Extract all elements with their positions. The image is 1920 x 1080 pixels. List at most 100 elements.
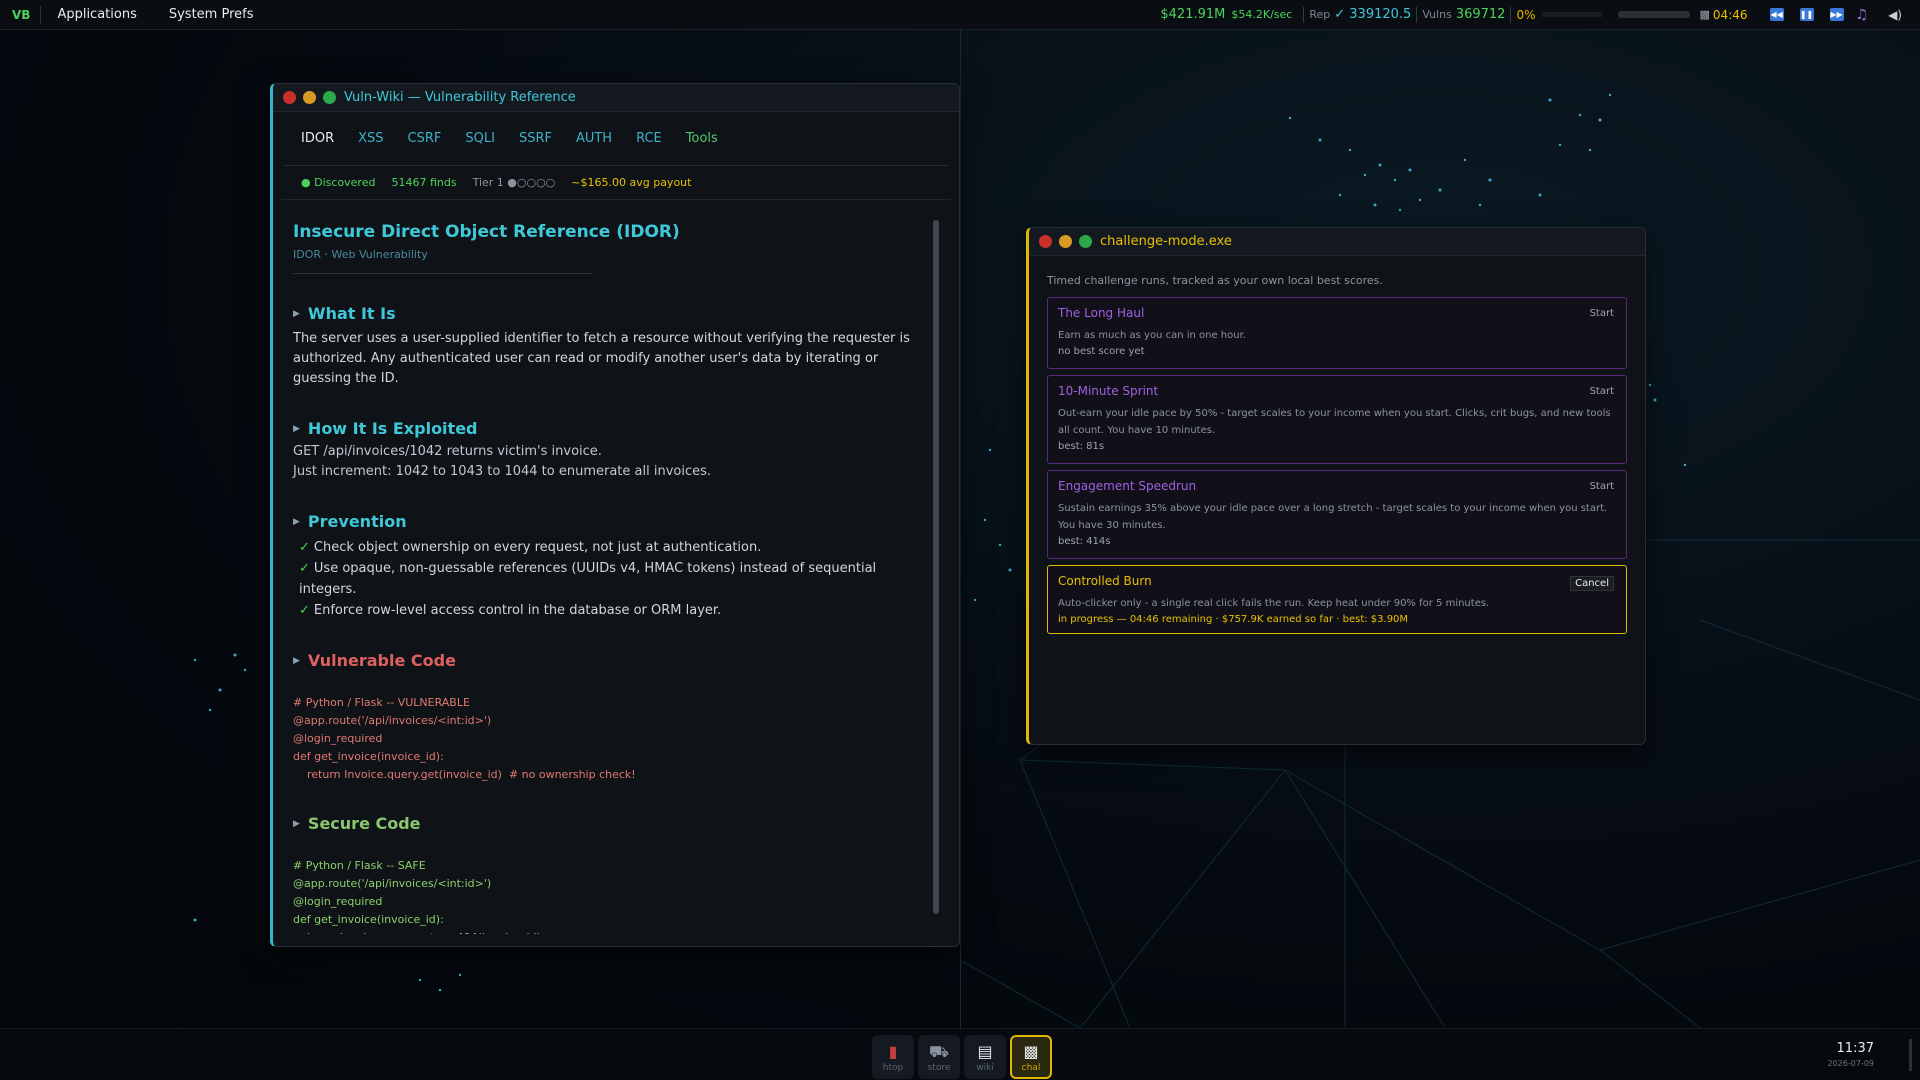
exploit-line: Just increment: 1042 to 1043 to 1044 to … bbox=[293, 464, 711, 479]
next-track-icon[interactable]: ▶▶ bbox=[1829, 8, 1844, 21]
challenge-card: The Long Haul Start Earn as much as you … bbox=[1047, 297, 1627, 369]
close-button[interactable] bbox=[1039, 235, 1052, 248]
challenge-progress-bar bbox=[1617, 11, 1690, 18]
minimize-button[interactable] bbox=[303, 91, 316, 104]
challenge-progress: in progress — 04:46 remaining · $757.9K … bbox=[1058, 614, 1409, 625]
tab-idor[interactable]: IDOR bbox=[301, 131, 334, 146]
tab-rce[interactable]: RCE bbox=[636, 131, 662, 146]
prevention-text: Check object ownership on every request,… bbox=[313, 540, 762, 555]
tab-ssrf[interactable]: SSRF bbox=[519, 131, 552, 146]
prevention-item: ✓ Use opaque, non-guessable references (U… bbox=[299, 558, 911, 600]
tab-auth[interactable]: AUTH bbox=[576, 131, 612, 146]
section-vulnerable-code[interactable]: ▶ Vulnerable Code bbox=[293, 651, 911, 670]
show-desktop-button[interactable] bbox=[1909, 1039, 1912, 1071]
prevention-item: ✓ Enforce row-level access control in the… bbox=[299, 600, 911, 621]
clock-time: 11:37 bbox=[1836, 1041, 1874, 1056]
vulnerable-code-block: # Python / Flask -- VULNERABLE @app.rout… bbox=[293, 696, 636, 781]
tab-xss[interactable]: XSS bbox=[358, 131, 383, 146]
tier-indicator: Tier 1 ●○○○○ bbox=[472, 176, 556, 189]
cart-icon: ⛟ bbox=[928, 1041, 950, 1061]
finds-count: 51467 finds bbox=[391, 176, 457, 189]
vulns-label: Vulns bbox=[1422, 8, 1452, 21]
dock-item-wiki[interactable]: ▤ wiki bbox=[964, 1035, 1006, 1079]
close-button[interactable] bbox=[283, 91, 296, 104]
volume-icon[interactable]: ◀) bbox=[1888, 8, 1902, 22]
page-subtitle: IDOR · Web Vulnerability bbox=[293, 248, 428, 261]
caret-right-icon: ▶ bbox=[293, 655, 300, 666]
tab-sqli[interactable]: SQLI bbox=[465, 131, 495, 146]
app-logo[interactable]: VB bbox=[0, 5, 42, 24]
music-note-icon[interactable]: ♫ bbox=[1856, 7, 1869, 23]
scrollbar-thumb[interactable] bbox=[933, 220, 939, 914]
prevention-text: Use opaque, non-guessable references (UU… bbox=[299, 561, 877, 597]
heat-bar bbox=[1541, 12, 1602, 17]
challenge-card: Engagement Speedrun Start Sustain earnin… bbox=[1047, 470, 1627, 559]
menu-system-prefs[interactable]: System Prefs bbox=[153, 7, 270, 22]
separator bbox=[1416, 6, 1418, 23]
challenge-best: best: 414s bbox=[1058, 536, 1111, 547]
challenge-title: Engagement Speedrun bbox=[1058, 479, 1197, 493]
window-title: challenge-mode.exe bbox=[1100, 234, 1232, 249]
prevention-text: Enforce row-level access control in the … bbox=[313, 603, 722, 618]
challenge-desc: Sustain earnings 35% above your idle pac… bbox=[1058, 503, 1608, 531]
challenge-title: The Long Haul bbox=[1058, 306, 1145, 320]
caret-right-icon: ▶ bbox=[293, 818, 300, 829]
section-text: The server uses a user-supplied identifi… bbox=[293, 331, 910, 386]
avg-payout: ~$165.00 avg payout bbox=[571, 176, 692, 189]
dock-item-chal[interactable]: ▩ chal bbox=[1010, 1035, 1052, 1079]
challenge-best: best: 81s bbox=[1058, 441, 1105, 452]
cancel-button[interactable]: Cancel bbox=[1570, 576, 1614, 591]
section-heading: Vulnerable Code bbox=[307, 651, 456, 670]
section-heading: What It Is bbox=[307, 304, 396, 323]
divider bbox=[293, 273, 593, 274]
window-titlebar[interactable]: Vuln-Wiki — Vulnerability Reference bbox=[273, 84, 959, 112]
clock[interactable]: 11:37 2026-07-09 bbox=[1828, 1041, 1875, 1068]
separator bbox=[1510, 6, 1512, 23]
pause-icon[interactable]: ❚❚ bbox=[1799, 8, 1814, 21]
window-titlebar[interactable]: challenge-mode.exe bbox=[1029, 228, 1645, 256]
checkered-flag-icon: ▩ bbox=[1699, 8, 1710, 21]
caret-right-icon: ▶ bbox=[293, 308, 300, 319]
discovered-badge: ● Discovered bbox=[301, 176, 376, 189]
chart-icon: ▮ bbox=[888, 1041, 898, 1061]
dock-label: chal bbox=[1021, 1062, 1041, 1073]
dock-item-store[interactable]: ⛟ store bbox=[918, 1035, 960, 1079]
dock-label: wiki bbox=[976, 1062, 994, 1073]
challenge-card-active: Controlled Burn Cancel Auto-clicker only… bbox=[1047, 565, 1627, 634]
maximize-button[interactable] bbox=[1079, 235, 1092, 248]
section-what-it-is[interactable]: ▶ What It Is bbox=[293, 304, 911, 323]
section-secure-code[interactable]: ▶ Secure Code bbox=[293, 814, 911, 833]
challenge-best: no best score yet bbox=[1058, 346, 1145, 357]
challenge-intro: Timed challenge runs, tracked as your ow… bbox=[1047, 274, 1383, 287]
challenge-title: 10-Minute Sprint bbox=[1058, 384, 1159, 398]
start-button[interactable]: Start bbox=[1590, 308, 1614, 319]
tab-csrf[interactable]: CSRF bbox=[408, 131, 442, 146]
dock-label: store bbox=[927, 1062, 951, 1073]
dock-item-htop[interactable]: ▮ htop bbox=[872, 1035, 914, 1079]
previous-track-icon[interactable]: ◀◀ bbox=[1769, 8, 1784, 21]
rep-value: ✓ 339120.5 bbox=[1334, 7, 1412, 22]
challenge-card: 10-Minute Sprint Start Out-earn your idl… bbox=[1047, 375, 1627, 464]
start-button[interactable]: Start bbox=[1590, 386, 1614, 397]
checkmark-icon: ✓ bbox=[299, 561, 310, 576]
challenge-desc: Auto-clicker only - a single real click … bbox=[1058, 598, 1490, 609]
maximize-button[interactable] bbox=[323, 91, 336, 104]
rep-label: Rep bbox=[1309, 8, 1331, 21]
caret-right-icon: ▶ bbox=[293, 423, 300, 434]
challenge-desc: Earn as much as you can in one hour. bbox=[1058, 330, 1246, 341]
heat-readout: 0% bbox=[1516, 7, 1536, 22]
menu-applications[interactable]: Applications bbox=[41, 7, 152, 22]
clock-date: 2026-07-09 bbox=[1827, 1059, 1875, 1068]
checkmark-icon: ✓ bbox=[299, 603, 310, 618]
dock: ▮ htop ⛟ store ▤ wiki ▩ chal 11:37 2026-… bbox=[0, 1028, 1920, 1080]
start-button[interactable]: Start bbox=[1590, 481, 1614, 492]
scrollbar[interactable] bbox=[933, 220, 939, 914]
minimize-button[interactable] bbox=[1059, 235, 1072, 248]
section-prevention[interactable]: ▶ Prevention bbox=[293, 512, 911, 531]
section-how-exploited[interactable]: ▶ How It Is Exploited bbox=[293, 419, 911, 438]
caret-right-icon: ▶ bbox=[293, 516, 300, 527]
challenge-title: Controlled Burn bbox=[1058, 574, 1152, 588]
top-menu-bar: VB Applications System Prefs $421.91M $5… bbox=[0, 0, 1920, 30]
checkmark-icon: ✓ bbox=[299, 540, 310, 555]
tab-tools[interactable]: Tools bbox=[686, 131, 718, 146]
